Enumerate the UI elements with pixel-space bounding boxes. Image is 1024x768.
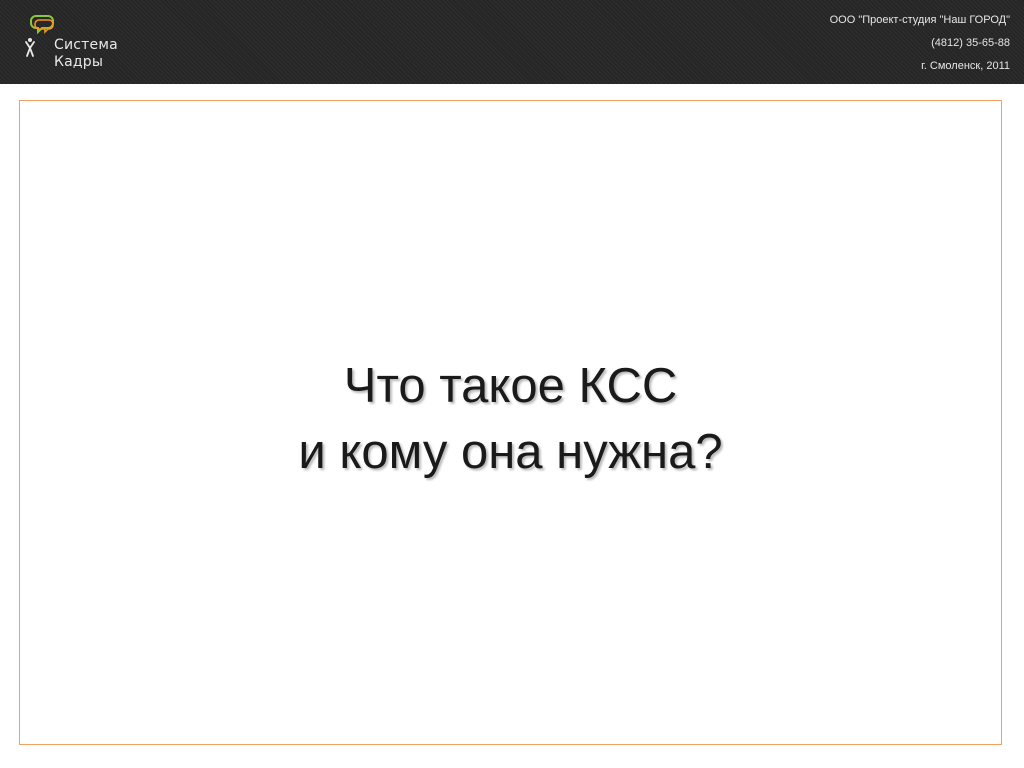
company-name: ООО "Проект-студия "Наш ГОРОД" — [829, 14, 1010, 26]
logo-line-2: Кадры — [54, 54, 104, 70]
company-location: г. Смоленск, 2011 — [921, 60, 1010, 72]
logo-text: Система Кадры — [54, 37, 118, 71]
content-frame: Что такое КСС и кому она нужна? — [19, 100, 1002, 745]
header-bar: Система Кадры ООО "Проект-студия "Наш ГО… — [0, 0, 1024, 84]
slide-title: Что такое КСС и кому она нужна? — [20, 353, 1001, 485]
company-phone: (4812) 35-65-88 — [931, 37, 1010, 49]
logo-line-1: Система — [54, 37, 118, 53]
slide: Система Кадры ООО "Проект-студия "Наш ГО… — [0, 0, 1024, 768]
slide-title-line-2: и кому она нужна? — [298, 425, 723, 479]
company-info: ООО "Проект-студия "Наш ГОРОД" (4812) 35… — [830, 9, 1010, 78]
slide-title-line-1: Что такое КСС — [343, 359, 678, 413]
logo: Система Кадры — [22, 12, 142, 76]
